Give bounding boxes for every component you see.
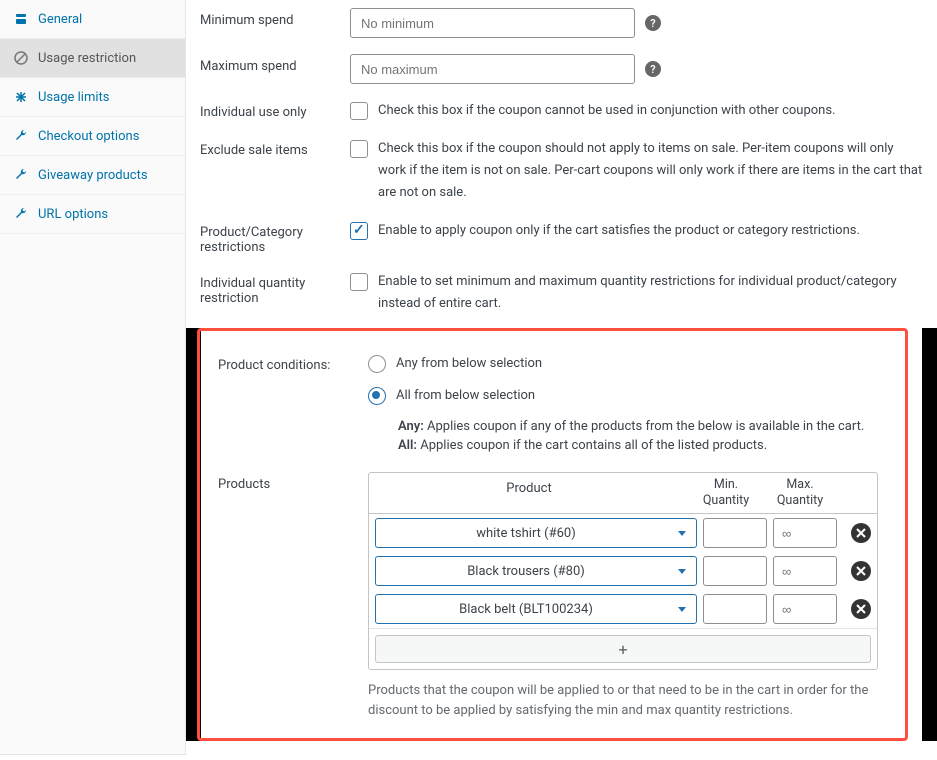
product-select[interactable]: Black belt (BLT100234): [375, 594, 697, 624]
label-max-spend: Maximum spend: [200, 54, 350, 74]
close-icon: [856, 566, 866, 576]
label-prod-cat-restrict: Product/Category restrictions: [200, 220, 350, 255]
sidebar-item-label: Usage restriction: [38, 51, 136, 66]
sidebar-item-giveaway-products[interactable]: Giveaway products: [0, 156, 185, 195]
sidebar-item-checkout-options[interactable]: Checkout options: [0, 117, 185, 156]
product-conditions-any-radio[interactable]: [368, 355, 386, 373]
label-product-conditions: Product conditions:: [218, 353, 368, 373]
remove-row-button[interactable]: [851, 523, 871, 543]
exclude-sale-checkbox[interactable]: [350, 140, 368, 158]
radio-label-any: Any from below selection: [396, 353, 542, 375]
prod-cat-restrict-checkbox[interactable]: [350, 222, 368, 240]
products-note: Products that the coupon will be applied…: [368, 675, 878, 720]
wrench-icon: [12, 166, 30, 184]
close-icon: [856, 604, 866, 614]
product-conditions-all-radio[interactable]: [368, 387, 386, 405]
col-header-product: Product: [369, 473, 689, 514]
user-icon: [12, 10, 30, 28]
sidebar-item-url-options[interactable]: URL options: [0, 195, 185, 234]
exclude-sale-desc: Check this box if the coupon should not …: [378, 138, 923, 204]
limits-icon: [12, 88, 30, 106]
label-products: Products: [218, 472, 368, 492]
product-select[interactable]: Black trousers (#80): [375, 556, 697, 586]
radio-label-all: All from below selection: [396, 385, 535, 407]
min-qty-input[interactable]: [703, 594, 767, 624]
label-exclude-sale: Exclude sale items: [200, 138, 350, 158]
help-icon[interactable]: ?: [645, 15, 661, 31]
help-icon[interactable]: ?: [645, 61, 661, 77]
max-qty-input[interactable]: [773, 594, 837, 624]
add-product-button[interactable]: +: [375, 635, 871, 663]
sidebar-item-general[interactable]: General: [0, 0, 185, 39]
sidebar-item-label: URL options: [38, 207, 108, 222]
settings-tabs-sidebar: General Usage restriction Usage limits C…: [0, 0, 186, 755]
sidebar-item-label: Checkout options: [38, 129, 139, 144]
indiv-qty-restrict-checkbox[interactable]: [350, 273, 368, 291]
products-table: Product Min. Quantity Max. Quantity whit…: [368, 472, 878, 671]
sidebar-item-label: Giveaway products: [38, 168, 148, 183]
label-min-spend: Minimum spend: [200, 8, 350, 28]
prod-cat-restrict-desc: Enable to apply coupon only if the cart …: [378, 220, 860, 242]
individual-use-checkbox[interactable]: [350, 102, 368, 120]
table-row: Black trousers (#80): [369, 552, 877, 590]
label-indiv-qty-restrict: Individual quantity restriction: [200, 271, 350, 306]
min-spend-input[interactable]: [350, 8, 635, 38]
individual-use-desc: Check this box if the coupon cannot be u…: [378, 100, 836, 122]
min-qty-input[interactable]: [703, 518, 767, 548]
col-header-max: Max. Quantity: [763, 473, 837, 514]
sidebar-item-label: Usage limits: [38, 90, 109, 105]
remove-row-button[interactable]: [851, 599, 871, 619]
sidebar-item-usage-restriction[interactable]: Usage restriction: [0, 39, 185, 78]
col-header-min: Min. Quantity: [689, 473, 763, 514]
max-qty-input[interactable]: [773, 518, 837, 548]
restriction-icon: [12, 49, 30, 67]
remove-row-button[interactable]: [851, 561, 871, 581]
settings-panel: Minimum spend ? Maximum spend ? Individu…: [186, 0, 937, 755]
indiv-qty-restrict-desc: Enable to set minimum and maximum quanti…: [378, 271, 923, 315]
highlighted-section: Product conditions: Any from below selec…: [197, 328, 908, 742]
table-row: Black belt (BLT100234): [369, 590, 877, 628]
max-spend-input[interactable]: [350, 54, 635, 84]
conditions-help-text: Any: Applies coupon if any of the produc…: [398, 417, 887, 456]
label-individual-use: Individual use only: [200, 100, 350, 120]
close-icon: [856, 528, 866, 538]
sidebar-item-usage-limits[interactable]: Usage limits: [0, 78, 185, 117]
wrench-icon: [12, 205, 30, 223]
min-qty-input[interactable]: [703, 556, 767, 586]
max-qty-input[interactable]: [773, 556, 837, 586]
wrench-icon: [12, 127, 30, 145]
sidebar-item-label: General: [38, 12, 82, 27]
product-select[interactable]: white tshirt (#60): [375, 518, 697, 548]
table-row: white tshirt (#60): [369, 514, 877, 552]
